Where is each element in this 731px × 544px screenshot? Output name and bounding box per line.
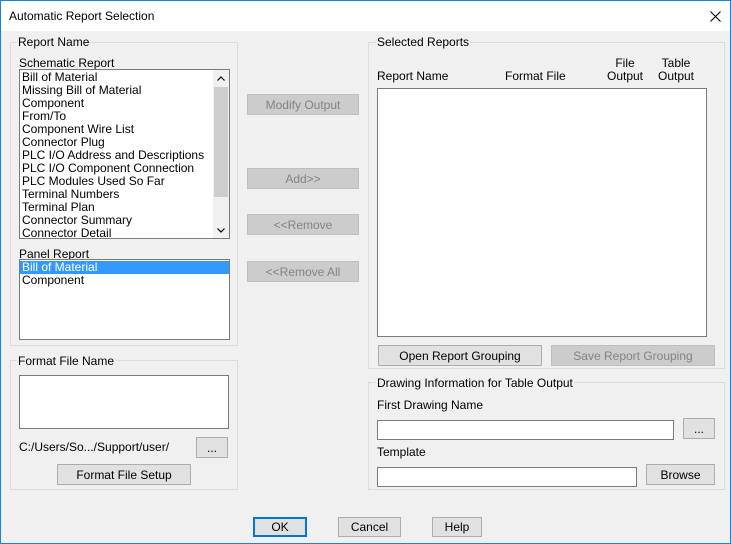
close-button[interactable] (700, 1, 730, 31)
list-item[interactable]: Connector Detail (20, 227, 213, 239)
format-file-browse-button[interactable]: ... (196, 437, 228, 458)
format-file-path: C:/Users/So.../Support/user/ (19, 440, 170, 454)
scroll-up-arrow[interactable] (213, 70, 229, 86)
help-button[interactable]: Help (432, 517, 482, 537)
open-report-grouping-button[interactable]: Open Report Grouping (378, 345, 542, 366)
column-format-file: Format File (505, 69, 566, 83)
save-report-grouping-button[interactable]: Save Report Grouping (551, 345, 715, 366)
scroll-down-arrow[interactable] (213, 222, 229, 238)
column-report-name: Report Name (377, 69, 449, 83)
first-drawing-browse-button[interactable]: ... (683, 418, 715, 439)
modify-output-button[interactable]: Modify Output (247, 94, 359, 115)
window-title: Automatic Report Selection (9, 9, 155, 23)
scroll-thumb[interactable] (214, 87, 228, 197)
panel-report-items: Bill of Material Component (20, 261, 229, 287)
template-label: Template (377, 445, 426, 459)
remove-all-button[interactable]: <<Remove All (247, 261, 359, 282)
template-input[interactable] (377, 467, 637, 487)
ok-button[interactable]: OK (253, 517, 307, 537)
schematic-report-scrollbar[interactable] (213, 70, 229, 238)
schematic-report-list[interactable]: Bill of Material Missing Bill of Material… (19, 69, 230, 239)
format-file-textbox[interactable] (19, 375, 229, 429)
remove-button[interactable]: <<Remove (247, 214, 359, 235)
format-file-group-label: Format File Name (17, 354, 116, 368)
template-browse-button[interactable]: Browse (646, 464, 715, 485)
column-table-output: Table Output (657, 57, 695, 83)
title-bar: Automatic Report Selection (1, 1, 730, 31)
first-drawing-name-value (378, 423, 381, 437)
schematic-report-label: Schematic Report (19, 56, 115, 70)
template-value (378, 470, 381, 484)
schematic-report-items: Bill of Material Missing Bill of Material… (20, 71, 213, 239)
dialog-window: Automatic Report Selection Report Name S… (0, 0, 731, 544)
first-drawing-name-label: First Drawing Name (377, 398, 484, 412)
report-name-group-label: Report Name (17, 35, 91, 49)
column-file-output-line2: Output (606, 69, 644, 83)
first-drawing-name-input[interactable] (377, 420, 674, 440)
format-file-setup-button[interactable]: Format File Setup (57, 464, 191, 485)
drawing-info-group-label: Drawing Information for Table Output (376, 376, 574, 390)
list-item[interactable]: Component (20, 274, 229, 287)
selected-reports-list[interactable] (377, 88, 707, 337)
chevron-up-icon (217, 75, 225, 81)
panel-report-list[interactable]: Bill of Material Component (19, 259, 230, 340)
chevron-down-icon (217, 227, 225, 233)
add-button[interactable]: Add>> (247, 168, 359, 189)
column-table-output-line2: Output (657, 69, 695, 83)
column-file-output: File Output (606, 57, 644, 83)
cancel-button[interactable]: Cancel (338, 517, 401, 537)
close-icon (709, 10, 721, 22)
selected-reports-group-label: Selected Reports (376, 35, 471, 49)
